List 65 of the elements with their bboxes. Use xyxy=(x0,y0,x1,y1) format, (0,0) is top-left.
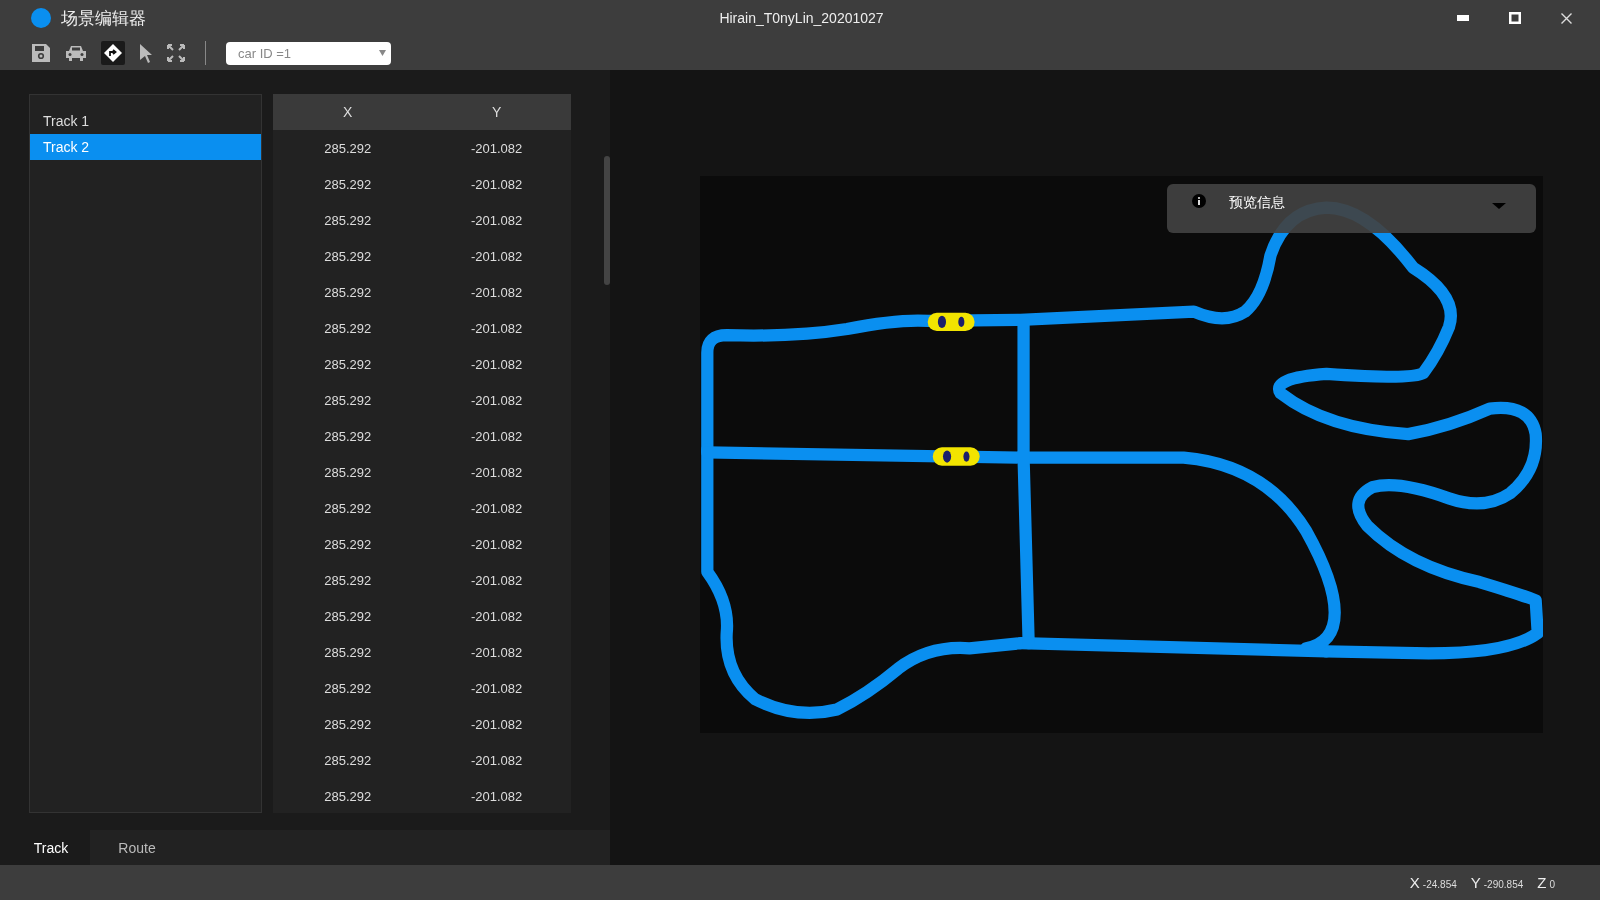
table-cell-text: 285.292 xyxy=(323,247,373,266)
window-title: Hirain_T0nyLin_20201027 xyxy=(718,10,885,26)
table-cell-text: -201.082 xyxy=(469,175,524,194)
table-cell-text: 285.292 xyxy=(323,535,373,554)
pointer-icon[interactable] xyxy=(139,43,153,63)
table-cell-text: 285.292 xyxy=(323,751,373,770)
table-cell-text: -201.082 xyxy=(469,535,524,554)
table-cell-text: 285.292 xyxy=(323,283,373,302)
scrollbar-thumb[interactable] xyxy=(604,156,610,285)
table-cell-text: 285.292 xyxy=(323,355,373,374)
table-cell-text: 285.292 xyxy=(323,175,373,194)
save-icon[interactable] xyxy=(31,43,51,63)
car-id-dropdown[interactable]: car ID =1 xyxy=(226,41,391,65)
coordinate-value: 0 xyxy=(1549,879,1555,890)
panel-title: 预览信息 xyxy=(1229,194,1286,212)
coordinate-label: X xyxy=(1409,874,1420,891)
table-cell-text: -201.082 xyxy=(469,607,524,626)
coordinate-label: Y xyxy=(1470,874,1481,891)
table-cell-text: 285.292 xyxy=(323,499,373,518)
table-cell-text: -201.082 xyxy=(469,715,524,734)
column-header[interactable]: Y xyxy=(422,94,571,130)
app-logo-icon xyxy=(31,8,51,28)
table-cell-text: 285.292 xyxy=(323,463,373,482)
table-cell-text: -201.082 xyxy=(469,679,524,698)
table-cell-text: -201.082 xyxy=(469,391,524,410)
coordinate-label: Z xyxy=(1537,874,1547,891)
close-icon[interactable] xyxy=(1561,12,1572,24)
caret-icon xyxy=(379,50,386,56)
table-cell-text: 285.292 xyxy=(323,427,373,446)
app-name: 场景编辑器 xyxy=(61,7,146,30)
table-cell-text: -201.082 xyxy=(469,211,524,230)
table-cell-text: -201.082 xyxy=(469,247,524,266)
table-cell-text: 285.292 xyxy=(323,715,373,734)
table-cell-text: 285.292 xyxy=(323,787,373,806)
track-list-item[interactable]: Track 1 xyxy=(30,108,262,134)
table-cell-text: -201.082 xyxy=(469,427,524,446)
car-icon[interactable] xyxy=(927,312,975,332)
turn-sign-icon[interactable] xyxy=(101,41,125,65)
tab[interactable]: Track xyxy=(12,830,90,865)
coordinate-value: -290.854 xyxy=(1483,879,1524,890)
table-cell-text: 285.292 xyxy=(323,211,373,230)
table-cell-text: 285.292 xyxy=(323,607,373,626)
car-icon[interactable] xyxy=(932,447,980,466)
coordinate-value: -24.854 xyxy=(1422,879,1457,890)
table-cell-text: -201.082 xyxy=(469,571,524,590)
table-cell-text: -201.082 xyxy=(469,499,524,518)
expand-icon[interactable] xyxy=(167,44,185,62)
table-cell-text: -201.082 xyxy=(469,283,524,302)
table-cell-text: -201.082 xyxy=(469,139,524,158)
table-cell-text: -201.082 xyxy=(469,463,524,482)
table-cell-text: -201.082 xyxy=(469,787,524,806)
table-cell-text: -201.082 xyxy=(469,643,524,662)
dropdown-value: car ID =1 xyxy=(238,45,292,61)
table-cell-text: -201.082 xyxy=(469,319,524,338)
column-header[interactable]: X xyxy=(273,94,423,130)
table-cell-text: 285.292 xyxy=(323,643,373,662)
maximize-icon[interactable] xyxy=(1509,12,1521,24)
table-cell-text: 285.292 xyxy=(323,391,373,410)
table-cell-text: 285.292 xyxy=(323,319,373,338)
table-cell-text: 285.292 xyxy=(323,139,373,158)
table-cell-text: 285.292 xyxy=(323,571,373,590)
table-cell-text: -201.082 xyxy=(469,355,524,374)
table-cell-text: 285.292 xyxy=(323,679,373,698)
info-icon xyxy=(1192,194,1206,208)
table-cell-text: -201.082 xyxy=(469,751,524,770)
